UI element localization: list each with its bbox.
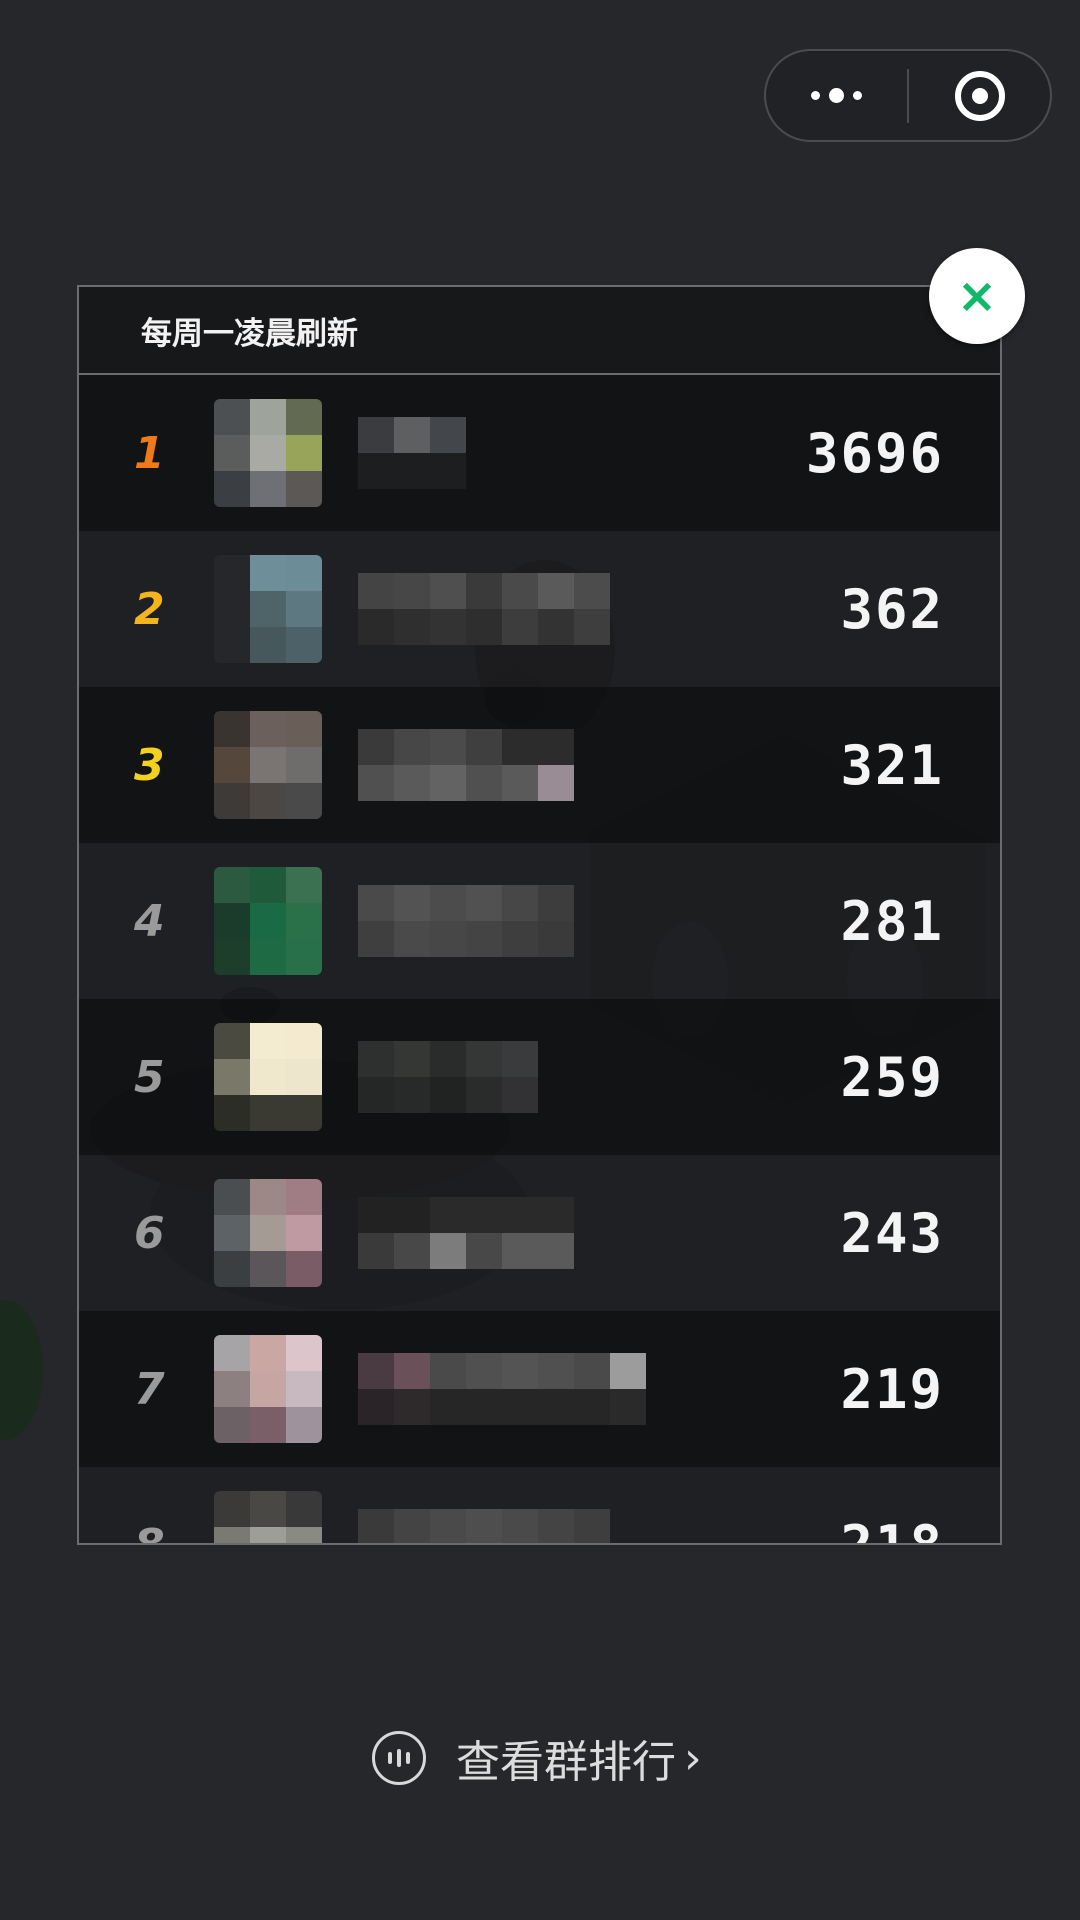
bar-chart-icon	[372, 1731, 426, 1785]
leaderboard-row[interactable]: 5 259	[79, 999, 1000, 1155]
avatar	[214, 1179, 322, 1287]
avatar	[214, 399, 322, 507]
rank-number: 3	[134, 739, 165, 791]
score: 219	[840, 1357, 944, 1421]
target-circle-icon	[954, 70, 1005, 121]
avatar	[214, 555, 322, 663]
leaderboard-row[interactable]: 7 219	[79, 1311, 1000, 1467]
score: 321	[840, 733, 944, 797]
rank-number: 2	[134, 583, 165, 635]
player-name-blurred	[358, 417, 466, 489]
rank-number: 6	[134, 1207, 165, 1259]
rank-number: 8	[134, 1519, 165, 1545]
avatar	[214, 1023, 322, 1131]
leaderboard-row[interactable]: 8 218	[79, 1467, 1000, 1545]
view-group-rank-link[interactable]: 查看群排行 ›	[372, 1726, 702, 1790]
view-group-rank-label: 查看群排行	[456, 1737, 676, 1788]
leaderboard-list[interactable]: 1 3696 2 362 3 321 4 281 5 259 6 243 7 219 8 218	[79, 375, 1000, 1545]
player-name-blurred	[358, 1041, 538, 1113]
panel-header: 每周一凌晨刷新	[79, 287, 1000, 375]
rank-number: 7	[134, 1363, 165, 1415]
player-name-blurred	[358, 885, 574, 957]
miniprogram-capsule	[764, 49, 1052, 142]
avatar	[214, 1335, 322, 1443]
score: 259	[840, 1045, 944, 1109]
player-name-blurred	[358, 1509, 610, 1543]
score: 3696	[805, 421, 944, 485]
player-name-blurred	[358, 1353, 646, 1425]
avatar	[214, 1491, 322, 1543]
score: 362	[840, 577, 944, 641]
more-dots-icon	[811, 88, 862, 103]
leaderboard-row[interactable]: 6 243	[79, 1155, 1000, 1311]
more-button[interactable]	[766, 51, 907, 140]
score: 218	[840, 1513, 944, 1545]
leaderboard-row[interactable]: 2 362	[79, 531, 1000, 687]
leaderboard-row[interactable]: 3 321	[79, 687, 1000, 843]
score: 281	[840, 889, 944, 953]
leaderboard-row[interactable]: 4 281	[79, 843, 1000, 999]
rank-number: 4	[134, 895, 165, 947]
rank-number: 1	[134, 427, 165, 479]
player-name-blurred	[358, 573, 610, 645]
avatar	[214, 711, 322, 819]
avatar	[214, 867, 322, 975]
player-name-blurred	[358, 729, 574, 801]
rank-number: 5	[134, 1051, 165, 1103]
chevron-right-icon: ›	[684, 1732, 702, 1784]
player-name-blurred	[358, 1197, 574, 1269]
close-button[interactable]: ×	[929, 248, 1025, 344]
leaderboard-panel: 每周一凌晨刷新 1 3696 2 362 3 321 4 281 5 259 6 243 7 219 8 21…	[77, 285, 1002, 1545]
exit-button[interactable]	[909, 51, 1050, 140]
score: 243	[840, 1201, 944, 1265]
leaderboard-row[interactable]: 1 3696	[79, 375, 1000, 531]
close-icon: ×	[956, 268, 998, 324]
